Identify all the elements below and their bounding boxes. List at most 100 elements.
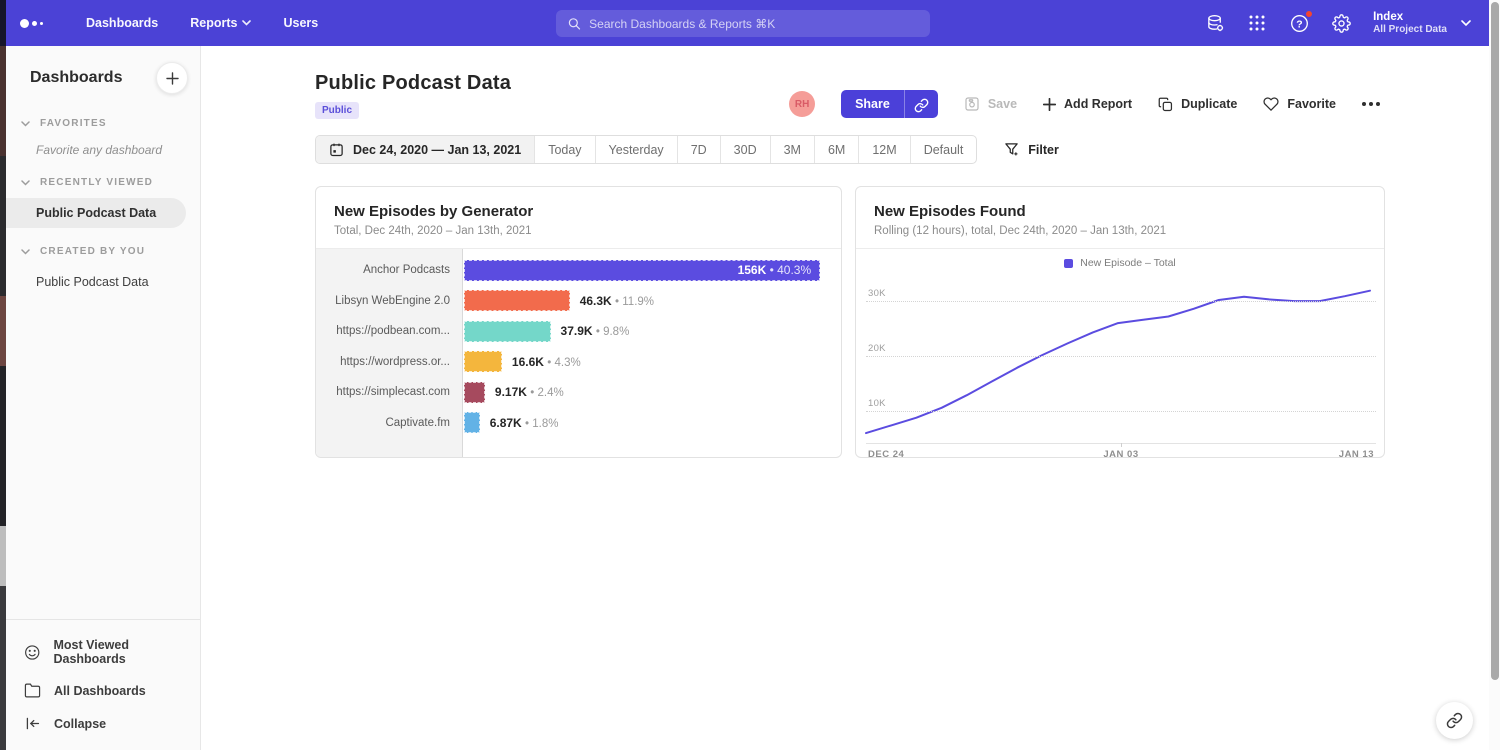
- apps-grid-icon[interactable]: [1247, 13, 1267, 33]
- sidebar-item-all-dashboards[interactable]: All Dashboards: [6, 674, 200, 707]
- sidebar: Dashboards FAVORITESFavorite any dashboa…: [6, 46, 201, 750]
- chevron-down-icon: [1461, 20, 1471, 27]
- bar[interactable]: [464, 321, 551, 342]
- nav-item-users[interactable]: Users: [283, 16, 318, 30]
- chevron-down-icon: [21, 121, 30, 127]
- bar-category-label: https://simplecast.com: [316, 386, 463, 398]
- bar-row[interactable]: https://simplecast.com 9.17K • 2.4%: [316, 377, 841, 408]
- add-report-button[interactable]: Add Report: [1043, 97, 1132, 111]
- bar-value-label: 46.3K • 11.9%: [580, 294, 654, 308]
- card-subtitle: Total, Dec 24th, 2020 – Jan 13th, 2021: [334, 225, 823, 237]
- sidebar-item-dashboard[interactable]: Public Podcast Data: [6, 198, 186, 228]
- share-button[interactable]: Share: [841, 90, 905, 118]
- bar[interactable]: [464, 290, 570, 311]
- add-dashboard-button[interactable]: [156, 62, 188, 94]
- scrollbar-thumb[interactable]: [1491, 2, 1499, 680]
- sidebar-collapse-button[interactable]: Collapse: [6, 707, 200, 740]
- nav-item-label: Dashboards: [86, 16, 158, 30]
- date-preset-30d[interactable]: 30D: [720, 136, 770, 163]
- x-axis-label: JAN 13: [1339, 449, 1374, 458]
- project-subtitle: All Project Data: [1373, 24, 1447, 36]
- sidebar-section-header[interactable]: RECENTLY VIEWED: [6, 163, 200, 194]
- folder-icon: [24, 682, 41, 699]
- mixpanel-logo-icon[interactable]: [20, 19, 54, 28]
- y-axis-label: 10K: [868, 398, 886, 409]
- bar-track: 9.17K • 2.4%: [463, 382, 841, 403]
- settings-gear-icon[interactable]: [1331, 13, 1351, 33]
- avatar[interactable]: RH: [789, 91, 815, 117]
- page-scrollbar[interactable]: [1489, 0, 1500, 750]
- plus-icon: [1043, 98, 1056, 111]
- svg-text:?: ?: [1296, 19, 1302, 30]
- bar-row[interactable]: https://wordpress.or...16.6K • 4.3%: [316, 347, 841, 378]
- bar-track: 46.3K • 11.9%: [463, 290, 841, 311]
- line-chart-plot[interactable]: 10K20K30K: [866, 275, 1376, 443]
- date-preset-default[interactable]: Default: [910, 136, 977, 163]
- card-new-episodes-by-generator[interactable]: New Episodes by Generator Total, Dec 24t…: [315, 186, 842, 458]
- section-label: RECENTLY VIEWED: [40, 177, 153, 188]
- legend-swatch: [1064, 259, 1073, 268]
- bar-row[interactable]: Anchor Podcasts156K • 40.3%: [316, 255, 841, 286]
- copy-link-floating-button[interactable]: [1436, 702, 1473, 739]
- nav-item-reports[interactable]: Reports: [190, 16, 251, 30]
- sidebar-item-dashboard[interactable]: Public Podcast Data: [6, 267, 200, 297]
- card-subtitle: Rolling (12 hours), total, Dec 24th, 202…: [874, 225, 1366, 237]
- page-title: Public Podcast Data: [315, 72, 511, 95]
- date-preset-7d[interactable]: 7D: [677, 136, 720, 163]
- bar-row[interactable]: https://podbean.com...37.9K • 9.8%: [316, 316, 841, 347]
- filter-button[interactable]: Filter: [1004, 142, 1059, 157]
- bar-row[interactable]: Libsyn WebEngine 2.046.3K • 11.9%: [316, 286, 841, 317]
- card-new-episodes-found[interactable]: New Episodes Found Rolling (12 hours), t…: [855, 186, 1385, 458]
- heart-icon: [1263, 96, 1279, 112]
- bar-value-label: 9.17K • 2.4%: [495, 385, 564, 399]
- share-link-button[interactable]: [905, 90, 938, 118]
- x-axis-label: JAN 03: [1103, 449, 1138, 458]
- date-preset-today[interactable]: Today: [534, 136, 594, 163]
- bar-value-label: 6.87K • 1.8%: [490, 416, 559, 430]
- bar-category-label: https://wordpress.or...: [316, 356, 463, 368]
- date-preset-yesterday[interactable]: Yesterday: [595, 136, 677, 163]
- bar[interactable]: [464, 382, 485, 403]
- date-preset-3m[interactable]: 3M: [770, 136, 814, 163]
- footer-item-label: Most Viewed Dashboards: [53, 638, 200, 666]
- bar[interactable]: [464, 351, 502, 372]
- date-presets: TodayYesterday7D30D3M6M12MDefault: [534, 136, 976, 163]
- footer-item-label: Collapse: [54, 717, 106, 731]
- duplicate-button[interactable]: Duplicate: [1158, 97, 1237, 112]
- date-range-bar: Dec 24, 2020 — Jan 13, 2021 TodayYesterd…: [315, 135, 977, 164]
- sidebar-section-header[interactable]: FAVORITES: [6, 104, 200, 135]
- duplicate-label: Duplicate: [1181, 97, 1237, 111]
- bar[interactable]: 156K • 40.3%: [464, 260, 820, 281]
- dashboard-actions: RH Share Save Add Report Duplicate Favor…: [789, 90, 1380, 118]
- more-options-button[interactable]: [1362, 102, 1380, 106]
- project-name: Index: [1373, 11, 1447, 24]
- save-button[interactable]: Save: [964, 96, 1017, 112]
- bar-category-label: Captivate.fm: [316, 417, 463, 429]
- data-management-icon[interactable]: [1205, 13, 1225, 33]
- add-report-label: Add Report: [1064, 97, 1132, 111]
- project-selector[interactable]: Index All Project Data: [1373, 11, 1471, 36]
- nav-item-dashboards[interactable]: Dashboards: [86, 16, 158, 30]
- search-input[interactable]: [589, 17, 918, 31]
- y-gridline: [866, 411, 1376, 412]
- sidebar-section-header[interactable]: CREATED BY YOU: [6, 232, 200, 263]
- plus-icon: [166, 72, 179, 85]
- global-search[interactable]: [556, 10, 930, 37]
- y-gridline: [866, 356, 1376, 357]
- bar-row[interactable]: Captivate.fm 6.87K • 1.8%: [316, 408, 841, 439]
- y-axis-label: 20K: [868, 343, 886, 354]
- notification-badge: [1305, 10, 1313, 18]
- favorite-button[interactable]: Favorite: [1263, 96, 1336, 112]
- y-gridline: [866, 301, 1376, 302]
- x-axis-label: DEC 24: [868, 449, 904, 458]
- public-badge: Public: [315, 102, 359, 119]
- sidebar-item-most-viewed-dashboards[interactable]: Most Viewed Dashboards: [6, 630, 200, 674]
- bar[interactable]: [464, 412, 480, 433]
- calendar-icon: [329, 142, 344, 157]
- date-range-picker[interactable]: Dec 24, 2020 — Jan 13, 2021: [316, 136, 534, 163]
- bar-track: 37.9K • 9.8%: [463, 321, 841, 342]
- date-preset-12m[interactable]: 12M: [858, 136, 909, 163]
- date-preset-6m[interactable]: 6M: [814, 136, 858, 163]
- link-icon: [914, 98, 929, 113]
- help-icon[interactable]: ?: [1289, 13, 1309, 33]
